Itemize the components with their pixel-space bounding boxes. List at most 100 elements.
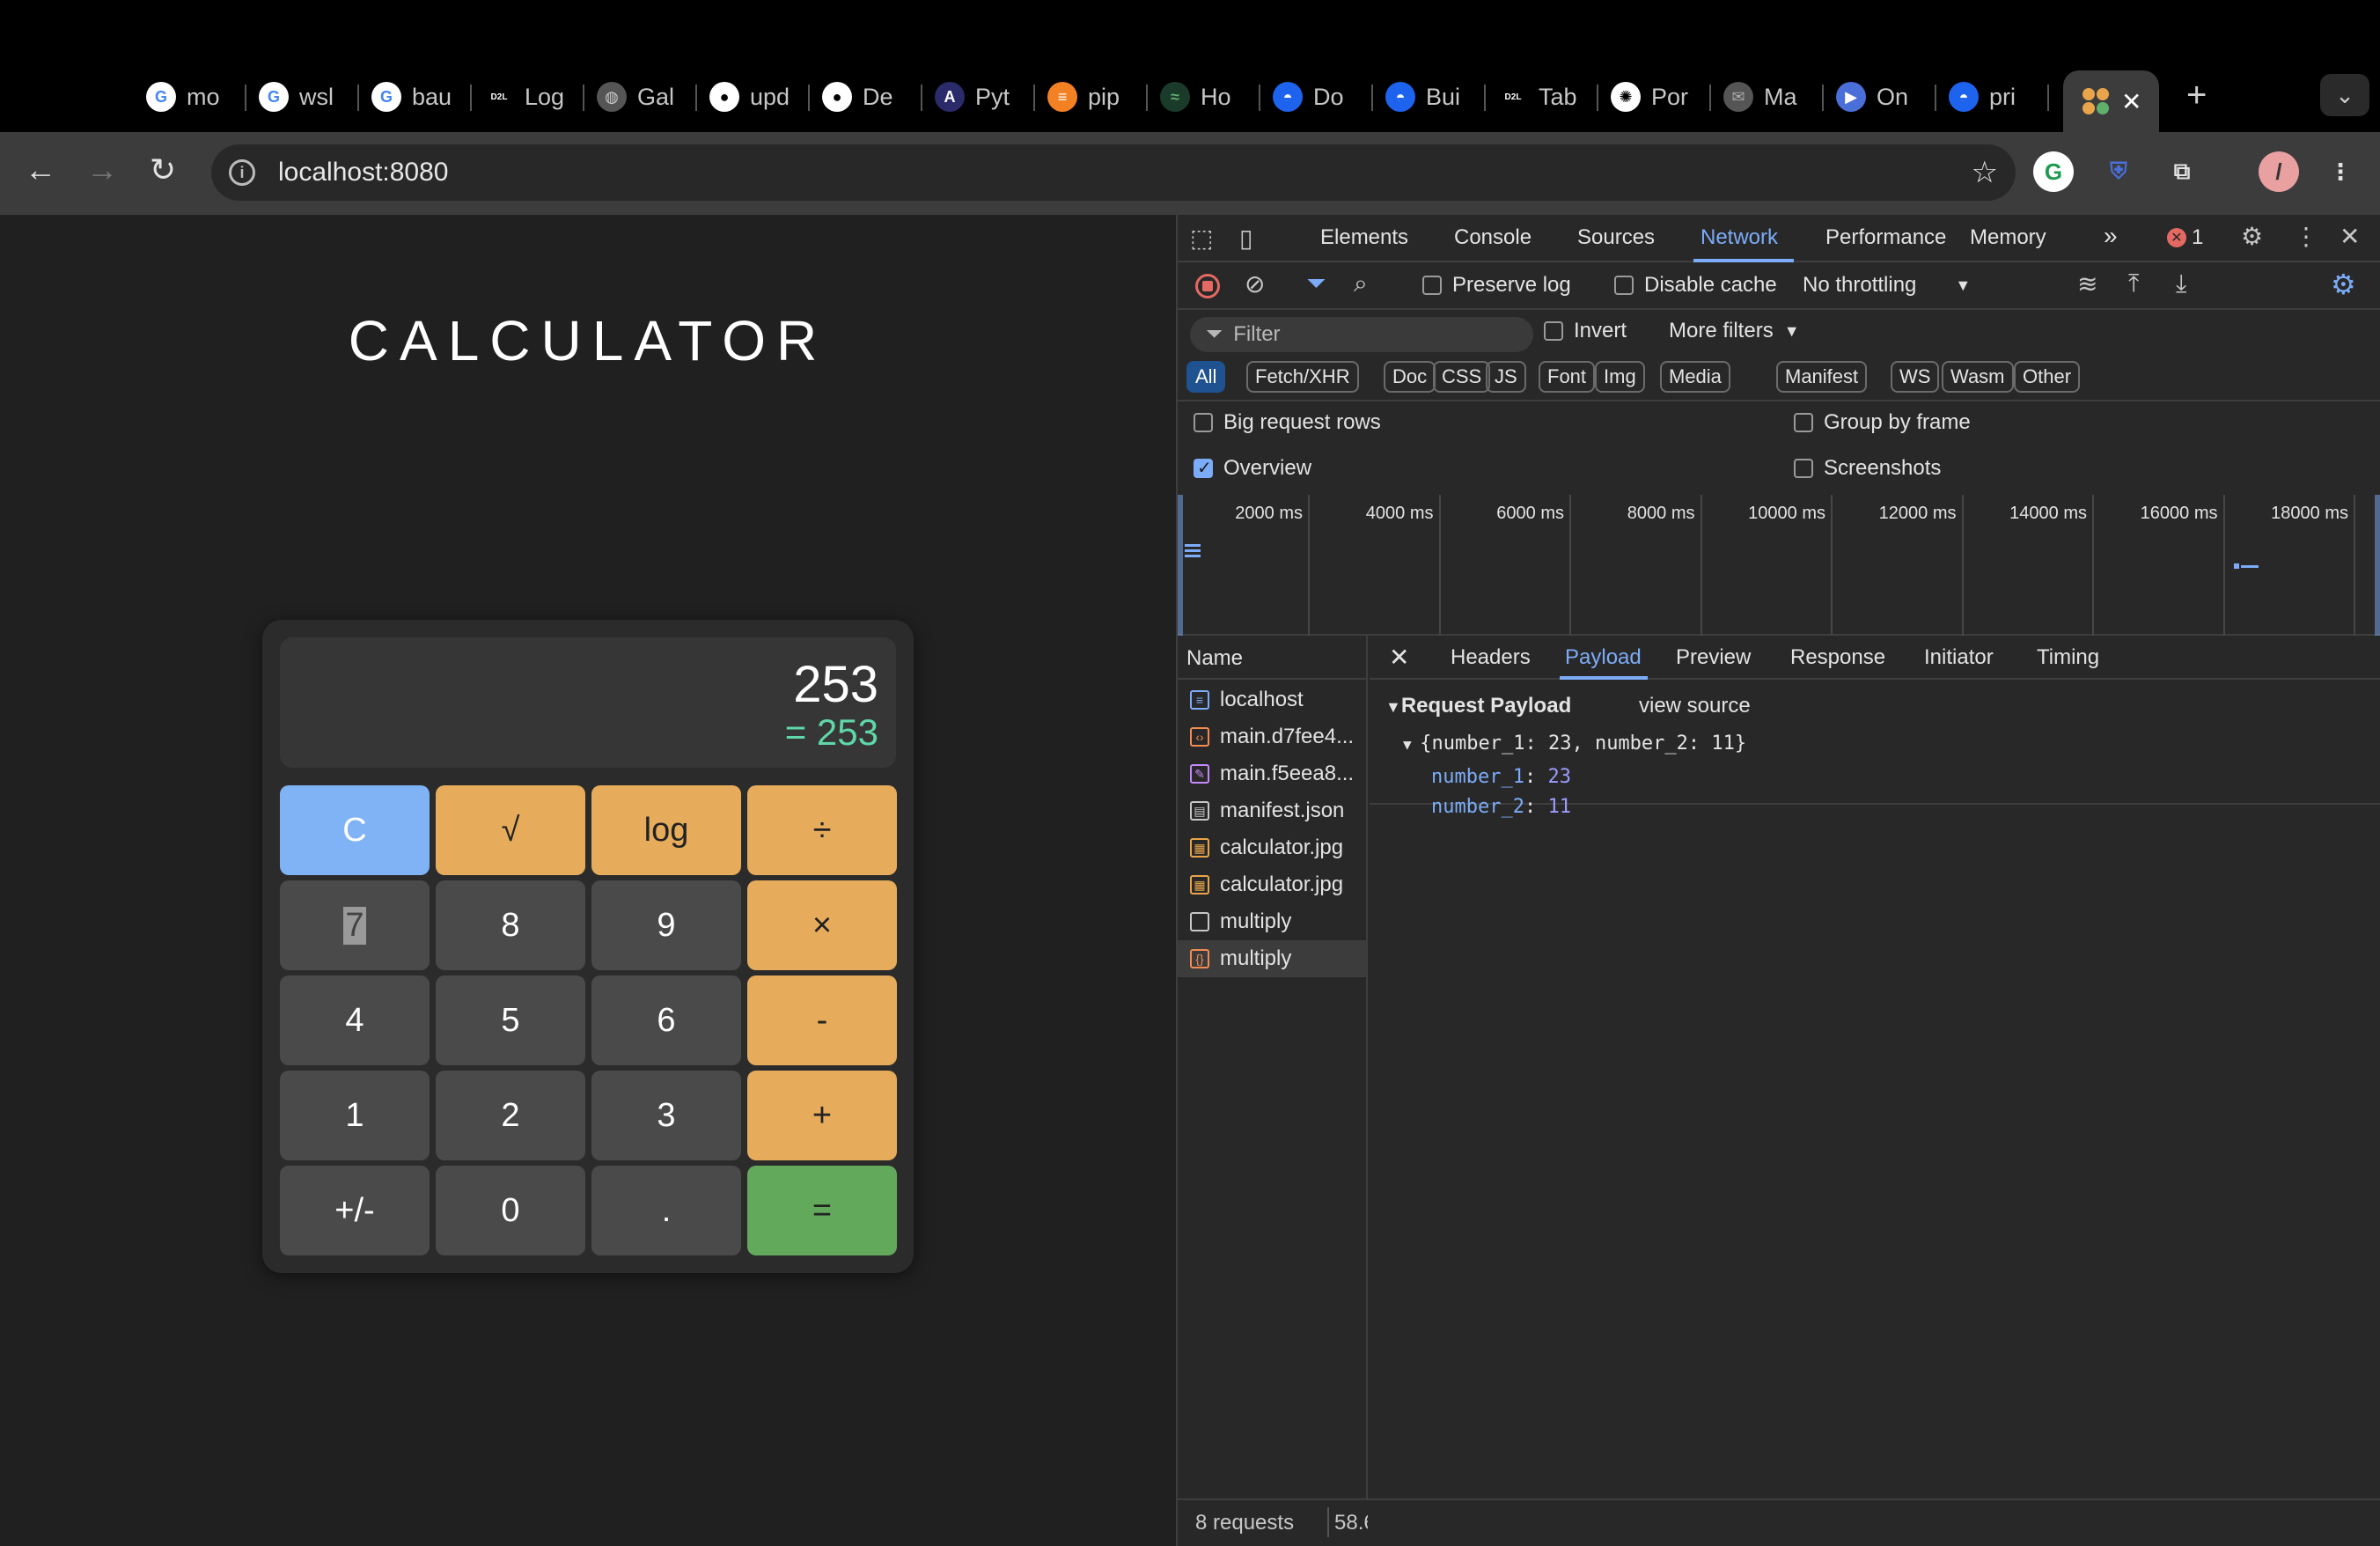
invert-checkbox[interactable]: Invert: [1544, 319, 1627, 343]
filter-funnel-icon[interactable]: ⏷: [1306, 269, 1326, 298]
big-request-rows-checkbox[interactable]: Big request rows: [1194, 410, 1381, 435]
shield-extension-icon[interactable]: ⛨: [2098, 151, 2139, 192]
request-row[interactable]: ≡ localhost: [1178, 681, 1366, 718]
disable-cache-checkbox[interactable]: Disable cache: [1614, 273, 1777, 298]
tab-search-button[interactable]: ⌄: [2320, 74, 2369, 116]
request-payload-heading[interactable]: ▼Request Payload: [1385, 694, 1571, 718]
overview-check[interactable]: [1194, 457, 1213, 479]
import-har-icon[interactable]: ⤒: [2128, 269, 2139, 298]
filter-chip-other[interactable]: Other: [2014, 361, 2081, 393]
browser-tab[interactable]: ◓ pri: [1949, 77, 2037, 116]
name-column-header[interactable]: Name: [1178, 636, 1366, 680]
timeline-right-handle[interactable]: [2375, 495, 2380, 636]
browser-tab[interactable]: A Pyt: [935, 77, 1023, 116]
filter-chip-fetch-xhr[interactable]: Fetch/XHR: [1246, 361, 1359, 393]
browser-tab[interactable]: Gbau: [371, 77, 459, 116]
filter-input[interactable]: ⏷ Filter: [1190, 317, 1533, 352]
request-row[interactable]: ▤ manifest.json: [1178, 792, 1366, 829]
more-tabs-icon[interactable]: »: [2104, 222, 2118, 250]
request-row[interactable]: ✎ main.f5eea8...: [1178, 755, 1366, 792]
filter-chip-doc[interactable]: Doc: [1384, 361, 1436, 393]
extensions-puzzle-icon[interactable]: ⧉: [2162, 151, 2202, 192]
settings-gear-icon[interactable]: ⚙: [2241, 222, 2263, 251]
filter-chip-js[interactable]: JS: [1486, 361, 1526, 393]
invert-check[interactable]: [1544, 321, 1563, 341]
minus-button[interactable]: -: [747, 975, 897, 1065]
tab-elements[interactable]: Elements: [1320, 225, 1408, 250]
nine-button[interactable]: 9: [591, 880, 741, 970]
search-icon[interactable]: ⌕: [1354, 269, 1368, 298]
negate-button[interactable]: +/-: [280, 1166, 430, 1255]
filter-chip-media[interactable]: Media: [1660, 361, 1730, 393]
close-devtools-icon[interactable]: ✕: [2340, 222, 2360, 251]
address-bar[interactable]: i localhost:8080 ☆: [211, 144, 2016, 201]
overview-checkbox[interactable]: Overview: [1194, 456, 1311, 481]
tab-close-icon[interactable]: ✕: [2121, 87, 2141, 116]
two-button[interactable]: 2: [436, 1071, 585, 1160]
sqrt-button[interactable]: √: [436, 785, 585, 875]
network-settings-gear-icon[interactable]: ⚙: [2331, 268, 2356, 301]
site-info-icon[interactable]: i: [229, 159, 255, 186]
tab-sources[interactable]: Sources: [1577, 225, 1655, 250]
disable-cache-check[interactable]: [1614, 276, 1634, 295]
inspect-element-icon[interactable]: ⬚: [1190, 224, 1213, 253]
tab-memory[interactable]: Memory: [1970, 225, 2046, 250]
filter-chip-wasm[interactable]: Wasm: [1942, 361, 2014, 393]
url-text[interactable]: localhost:8080: [278, 158, 448, 188]
zero-button[interactable]: 0: [436, 1166, 585, 1255]
log-button[interactable]: log: [591, 785, 741, 875]
browser-tab[interactable]: D2L Log: [484, 77, 572, 116]
seven-button[interactable]: 7: [280, 880, 430, 970]
browser-tab[interactable]: D2L Tab: [1498, 77, 1586, 116]
browser-tab[interactable]: ◓ Bui: [1385, 77, 1473, 116]
filter-chip-ws[interactable]: WS: [1891, 361, 1940, 393]
preserve-log-checkbox[interactable]: Preserve log: [1422, 273, 1571, 298]
big-request-rows-check[interactable]: [1194, 413, 1213, 432]
browser-tab[interactable]: ≡ pip: [1047, 77, 1135, 116]
new-tab-button[interactable]: +: [2186, 76, 2207, 115]
grammarly-icon[interactable]: G: [2033, 151, 2074, 192]
tab-payload[interactable]: Payload: [1565, 645, 1642, 670]
browser-tab[interactable]: Gwsl: [259, 77, 347, 116]
tab-response[interactable]: Response: [1790, 645, 1885, 670]
forward-icon[interactable]: →: [86, 151, 118, 188]
filter-chip-css[interactable]: CSS: [1433, 361, 1491, 393]
view-source-link[interactable]: view source: [1639, 694, 1751, 718]
devtools-menu-icon[interactable]: ⋮: [2294, 222, 2318, 251]
timeline-overview[interactable]: 2000 ms 4000 ms 6000 ms 8000 ms 10000 ms 1200…: [1178, 495, 2380, 636]
equals-button[interactable]: =: [747, 1166, 897, 1255]
multiply-button[interactable]: ×: [747, 880, 897, 970]
more-filters-dropdown[interactable]: More filters ▼: [1669, 319, 1800, 343]
throttling-select[interactable]: No throttling ▼: [1803, 273, 1971, 298]
three-button[interactable]: 3: [591, 1071, 741, 1160]
tab-initiator[interactable]: Initiator: [1924, 645, 1994, 670]
request-row[interactable]: ▦ calculator.jpg: [1178, 829, 1366, 866]
filter-chip-font[interactable]: Font: [1539, 361, 1596, 393]
tab-network[interactable]: Network: [1701, 225, 1778, 250]
tab-console[interactable]: Console: [1454, 225, 1532, 250]
request-row[interactable]: ‹› main.d7fee4...: [1178, 718, 1366, 755]
decimal-button[interactable]: .: [591, 1166, 741, 1255]
tab-preview[interactable]: Preview: [1676, 645, 1751, 670]
browser-tab[interactable]: ✉ Ma: [1723, 77, 1811, 116]
screenshots-checkbox[interactable]: Screenshots: [1794, 456, 1941, 481]
browser-tab[interactable]: Gmo: [146, 77, 234, 116]
tab-headers[interactable]: Headers: [1451, 645, 1531, 670]
browser-tab[interactable]: ◓ Do: [1273, 77, 1361, 116]
device-toolbar-icon[interactable]: ▯: [1239, 224, 1252, 253]
clear-log-icon[interactable]: ⊘: [1245, 269, 1265, 298]
eight-button[interactable]: 8: [436, 880, 585, 970]
request-row[interactable]: {} multiply: [1178, 940, 1366, 977]
record-stop-icon[interactable]: [1195, 274, 1220, 298]
reload-icon[interactable]: ↻: [150, 151, 176, 188]
preserve-log-check[interactable]: [1422, 276, 1442, 295]
browser-tab[interactable]: ▶ On: [1836, 77, 1924, 116]
active-tab[interactable]: ✕: [2063, 70, 2160, 132]
five-button[interactable]: 5: [436, 975, 585, 1065]
tab-timing[interactable]: Timing: [2037, 645, 2099, 670]
profile-avatar[interactable]: /: [2259, 151, 2299, 192]
group-by-frame-check[interactable]: [1794, 413, 1813, 432]
browser-tab[interactable]: ● upd: [709, 77, 797, 116]
four-button[interactable]: 4: [280, 975, 430, 1065]
browser-tab[interactable]: ✺ Por: [1611, 77, 1699, 116]
